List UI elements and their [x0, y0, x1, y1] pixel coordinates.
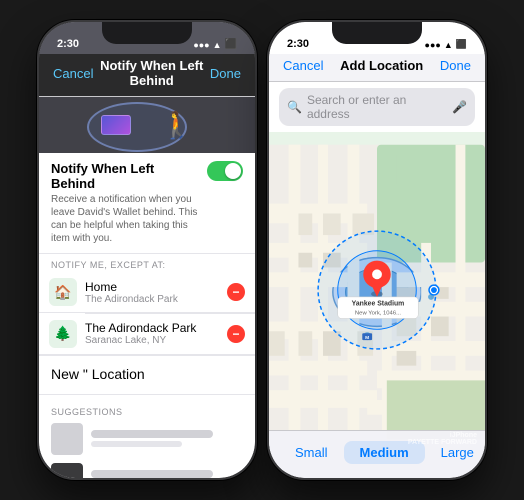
wallet-card [101, 115, 131, 135]
notify-title: Notify When Left Behind [51, 161, 199, 191]
right-cancel-button[interactable]: Cancel [283, 58, 323, 73]
suggestions-section: SUGGESTIONS [39, 395, 255, 479]
suggestion-item-2 [39, 459, 255, 479]
left-phone: 2:30 ●●● ▲ ⬛ Cancel Notify When Left Beh… [37, 20, 257, 480]
search-input[interactable]: Search or enter an address [307, 93, 447, 121]
suggestion-thumb-1 [51, 423, 83, 455]
notify-row: Notify When Left Behind Receive a notifi… [39, 153, 255, 254]
right-notch [332, 22, 422, 44]
location-list: 🏠 Home The Adirondack Park − 🌲 The Adiro… [39, 272, 255, 355]
svg-text:New York, 1046...: New York, 1046... [355, 311, 401, 317]
new-location-row[interactable]: New " Location [39, 355, 255, 395]
watermark-line2: PAYETTE FORWARD [408, 439, 477, 446]
left-screen: 2:30 ●●● ▲ ⬛ Cancel Notify When Left Beh… [39, 22, 255, 478]
right-nav-bar: Cancel Add Location Done [269, 54, 485, 82]
status-icons: ●●● ▲ ⬛ [193, 39, 237, 50]
left-nav-title: Notify When Left Behind [93, 58, 209, 88]
new-location-text: New " Location [51, 366, 145, 382]
location-row-park: 🌲 The Adirondack Park Saranac Lake, NY − [39, 314, 255, 355]
left-nav-bar: Cancel Notify When Left Behind Done [39, 54, 255, 97]
left-cancel-button[interactable]: Cancel [53, 66, 93, 81]
park-info: The Adirondack Park Saranac Lake, NY [85, 321, 219, 346]
except-at-label: NOTIFY ME, EXCEPT AT: [39, 254, 255, 272]
right-nav-title: Add Location [323, 58, 439, 73]
suggestions-label: SUGGESTIONS [39, 401, 255, 419]
svg-text:Yankee Stadium: Yankee Stadium [352, 301, 405, 308]
map-svg: M Yankee [269, 132, 485, 452]
suggestion-line1-1 [91, 430, 213, 438]
suggestion-line2-1 [91, 441, 182, 447]
search-bar[interactable]: 🔍 Search or enter an address 🎤 [279, 88, 475, 126]
location-row-home: 🏠 Home The Adirondack Park − [39, 272, 255, 313]
park-sub: Saranac Lake, NY [85, 335, 219, 346]
right-status-time: 2:30 [287, 38, 309, 50]
suggestion-line1-2 [91, 470, 213, 478]
right-status-icons: ●●● ▲ ⬛ [425, 39, 467, 50]
home-info: Home The Adirondack Park [85, 280, 219, 305]
park-name: The Adirondack Park [85, 321, 219, 335]
remove-home-button[interactable]: − [227, 283, 245, 301]
suggestion-lines-2 [91, 470, 243, 478]
size-small-button[interactable]: Small [279, 441, 344, 464]
illustration-area: 🚶 [39, 97, 255, 153]
mic-icon[interactable]: 🎤 [452, 100, 467, 114]
suggestion-lines-1 [91, 430, 243, 447]
home-icon: 🏠 [49, 278, 77, 306]
home-name: Home [85, 280, 219, 294]
person-icon: 🚶 [161, 110, 193, 141]
suggestion-item-1 [39, 419, 255, 459]
watermark: iJPhone PAYETTE FORWARD [408, 432, 477, 446]
map-container[interactable]: M Yankee [269, 132, 485, 452]
remove-park-button[interactable]: − [227, 325, 245, 343]
right-phone: 2:30 ●●● ▲ ⬛ Cancel Add Location Done 🔍 … [267, 20, 487, 480]
suggestion-thumb-2 [51, 463, 83, 479]
status-time: 2:30 [57, 38, 79, 50]
right-screen: 2:30 ●●● ▲ ⬛ Cancel Add Location Done 🔍 … [269, 22, 485, 478]
right-done-button[interactable]: Done [440, 58, 471, 73]
popup-content: Notify When Left Behind Receive a notifi… [39, 153, 255, 478]
notify-toggle[interactable] [207, 161, 243, 181]
search-icon: 🔍 [287, 100, 302, 114]
notch [102, 22, 192, 44]
park-icon: 🌲 [49, 320, 77, 348]
watermark-line1: iJPhone [408, 432, 477, 439]
notify-desc: Receive a notification when you leave Da… [51, 193, 199, 245]
toggle-knob [225, 163, 241, 179]
notify-text-area: Notify When Left Behind Receive a notifi… [51, 161, 199, 245]
left-done-button[interactable]: Done [210, 66, 241, 81]
home-sub: The Adirondack Park [85, 294, 219, 305]
